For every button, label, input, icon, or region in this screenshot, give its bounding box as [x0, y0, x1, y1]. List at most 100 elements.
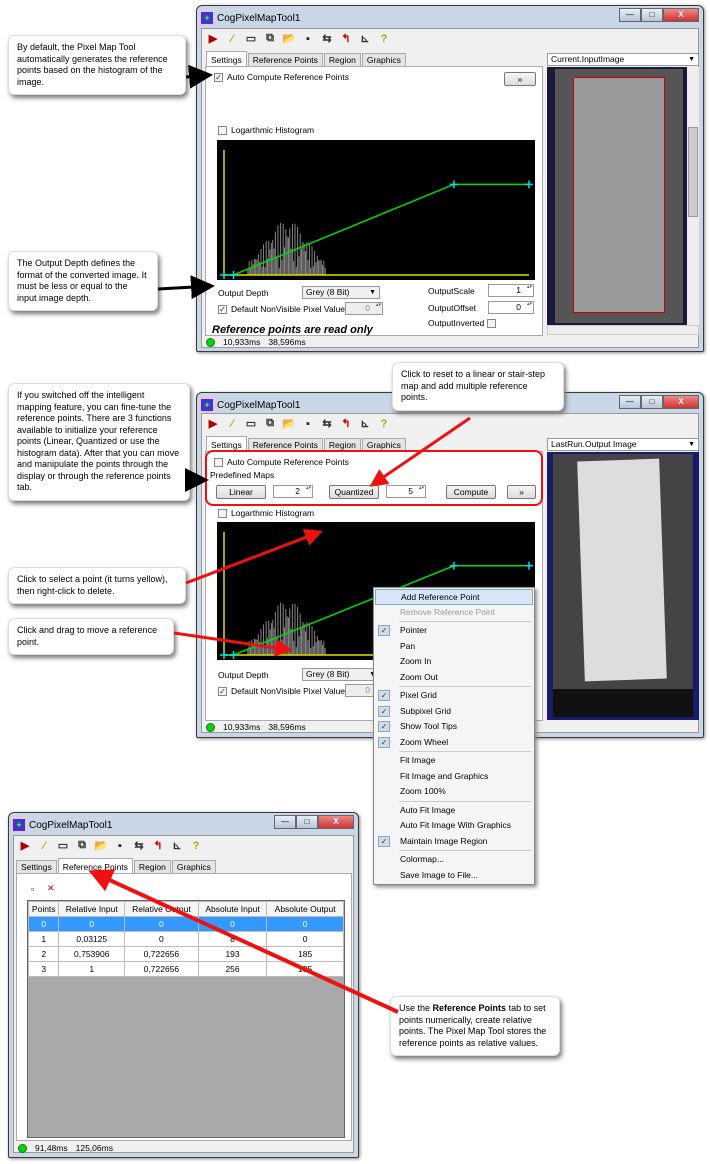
run-icon[interactable]: ▶ [18, 839, 32, 852]
maximize-button[interactable]: □ [296, 815, 318, 829]
column-header[interactable]: Points [27, 901, 60, 917]
edit-icon[interactable]: ⁄ [37, 840, 51, 852]
table-row[interactable]: 3 1 0,722656 256 185 [27, 961, 344, 977]
load-icon[interactable]: ↰ [339, 417, 353, 430]
tab-region[interactable]: Region [323, 53, 361, 66]
default-nonvisible-checkbox[interactable]: ✓ Default NonVisible Pixel Value [218, 686, 345, 697]
column-header[interactable]: Absolute Input [197, 901, 268, 917]
close-button[interactable]: X [663, 8, 699, 22]
table-cell[interactable]: 0 [197, 916, 268, 932]
menu-item-pixel-grid[interactable]: ✓ Pixel Grid [375, 688, 533, 704]
tab-reference-points[interactable]: Reference Points [57, 858, 133, 873]
output-scale-input[interactable]: 1 [488, 284, 534, 297]
table-cell[interactable]: 0,03125 [58, 931, 126, 947]
table-cell[interactable]: 0,722656 [124, 961, 199, 977]
table-row[interactable]: 1 0,03125 0 8 0 [27, 931, 344, 947]
table-cell[interactable]: 0 [27, 916, 60, 932]
image-display[interactable] [547, 452, 699, 720]
log-histogram-checkbox[interactable]: Logarthmic Histogram [218, 125, 314, 136]
menu-item-pan[interactable]: Pan [375, 639, 533, 655]
tab-region[interactable]: Region [133, 860, 171, 873]
copy-icon[interactable]: ⧉ [263, 32, 277, 45]
default-nonvisible-input[interactable]: 0 [345, 302, 383, 315]
menu-item-add-reference-point[interactable]: Add Reference Point [375, 589, 533, 605]
image-display[interactable] [547, 67, 699, 325]
tab-graphics[interactable]: Graphics [361, 53, 406, 66]
menu-item-auto-fit-image-with-graphics[interactable]: Auto Fit Image With Graphics [375, 818, 533, 834]
image-source-select[interactable]: LastRun.Output Image ▼ [547, 438, 699, 451]
tab-graphics[interactable]: Graphics [171, 860, 216, 873]
save-icon[interactable]: ▪ [301, 33, 315, 45]
menu-item-fit-image[interactable]: Fit Image [375, 753, 533, 769]
maximize-button[interactable]: □ [641, 395, 663, 409]
menu-item-auto-fit-image[interactable]: Auto Fit Image [375, 803, 533, 819]
menu-item-zoom-in[interactable]: Zoom In [375, 654, 533, 670]
table-cell[interactable]: 0 [124, 916, 199, 932]
close-button[interactable]: X [663, 395, 699, 409]
table-cell[interactable]: 0,722656 [124, 946, 199, 962]
help-icon[interactable]: ? [377, 33, 391, 45]
menu-item-save-image-to-file[interactable]: Save Image to File... [375, 868, 533, 884]
menu-item-fit-image-and-graphics[interactable]: Fit Image and Graphics [375, 769, 533, 785]
help-icon[interactable]: ? [189, 840, 203, 852]
close-button[interactable]: X [318, 815, 354, 829]
reset-icon[interactable]: ⇆ [320, 32, 334, 45]
menu-item-remove-reference-point[interactable]: Remove Reference Point [375, 605, 533, 621]
reset-icon[interactable]: ⇆ [132, 839, 146, 852]
run-icon[interactable]: ▶ [206, 417, 220, 430]
open-icon[interactable]: 📂 [282, 417, 296, 430]
edit-icon[interactable]: ⁄ [225, 418, 239, 430]
default-nonvisible-checkbox[interactable]: ✓ Default NonVisible Pixel Value [218, 304, 345, 315]
image-source-select[interactable]: Current.InputImage ▼ [547, 53, 699, 66]
display-icon[interactable]: ▭ [244, 32, 258, 45]
delete-point-icon[interactable]: ✕ [47, 883, 55, 894]
table-cell[interactable]: 193 [197, 946, 268, 962]
display-icon[interactable]: ▭ [56, 839, 70, 852]
open-icon[interactable]: 📂 [282, 32, 296, 45]
log-histogram-checkbox[interactable]: Logarthmic Histogram [218, 508, 314, 519]
tab-settings[interactable]: Settings [206, 51, 247, 66]
display-icon[interactable]: ▭ [244, 417, 258, 430]
minimize-button[interactable]: — [274, 815, 296, 829]
tab-reference-points[interactable]: Reference Points [247, 53, 323, 66]
save-icon[interactable]: ▪ [301, 418, 315, 430]
minimize-button[interactable]: — [619, 395, 641, 409]
table-cell[interactable]: 0 [58, 916, 126, 932]
histogram-display[interactable] [217, 140, 535, 280]
table-cell[interactable]: 256 [197, 961, 268, 977]
menu-item-maintain-image-region[interactable]: ✓ Maintain Image Region [375, 834, 533, 850]
menu-item-show-tool-tips[interactable]: ✓ Show Tool Tips [375, 719, 533, 735]
table-cell[interactable]: 2 [27, 946, 60, 962]
output-inverted-checkbox[interactable]: OutputInverted [428, 318, 500, 329]
menu-item-colormap[interactable]: Colormap... [375, 852, 533, 868]
edit-icon[interactable]: ⁄ [225, 33, 239, 45]
maximize-button[interactable]: □ [641, 8, 663, 22]
table-cell[interactable]: 0 [266, 916, 344, 932]
copy-icon[interactable]: ⧉ [263, 417, 277, 430]
expand-button[interactable]: » [504, 72, 536, 86]
load-icon[interactable]: ↰ [339, 32, 353, 45]
help-icon[interactable]: ? [377, 418, 391, 430]
table-cell[interactable]: 3 [27, 961, 60, 977]
tab-settings[interactable]: Settings [16, 860, 57, 873]
column-header[interactable]: Relative Output [124, 901, 199, 917]
table-cell[interactable]: 0 [266, 931, 344, 947]
output-depth-select[interactable]: Grey (8 Bit)▼ [302, 286, 380, 299]
menu-item-zoom-out[interactable]: Zoom Out [375, 670, 533, 686]
measure-icon[interactable]: ⊾ [358, 32, 372, 45]
table-cell[interactable]: 1 [58, 961, 126, 977]
copy-icon[interactable]: ⧉ [75, 839, 89, 852]
auto-compute-checkbox[interactable]: ✓ Auto Compute Reference Points [214, 72, 349, 83]
reset-icon[interactable]: ⇆ [320, 417, 334, 430]
column-header[interactable]: Relative Input [58, 901, 126, 917]
output-depth-select[interactable]: Grey (8 Bit)▼ [302, 668, 380, 681]
add-point-icon[interactable]: ▫ [31, 884, 34, 894]
table-cell[interactable]: 1 [27, 931, 60, 947]
run-icon[interactable]: ▶ [206, 32, 220, 45]
scrollbar-thumb[interactable] [688, 127, 698, 217]
measure-icon[interactable]: ⊾ [358, 417, 372, 430]
load-icon[interactable]: ↰ [151, 839, 165, 852]
measure-icon[interactable]: ⊾ [170, 839, 184, 852]
minimize-button[interactable]: — [619, 8, 641, 22]
column-header[interactable]: Absolute Output [266, 901, 344, 917]
